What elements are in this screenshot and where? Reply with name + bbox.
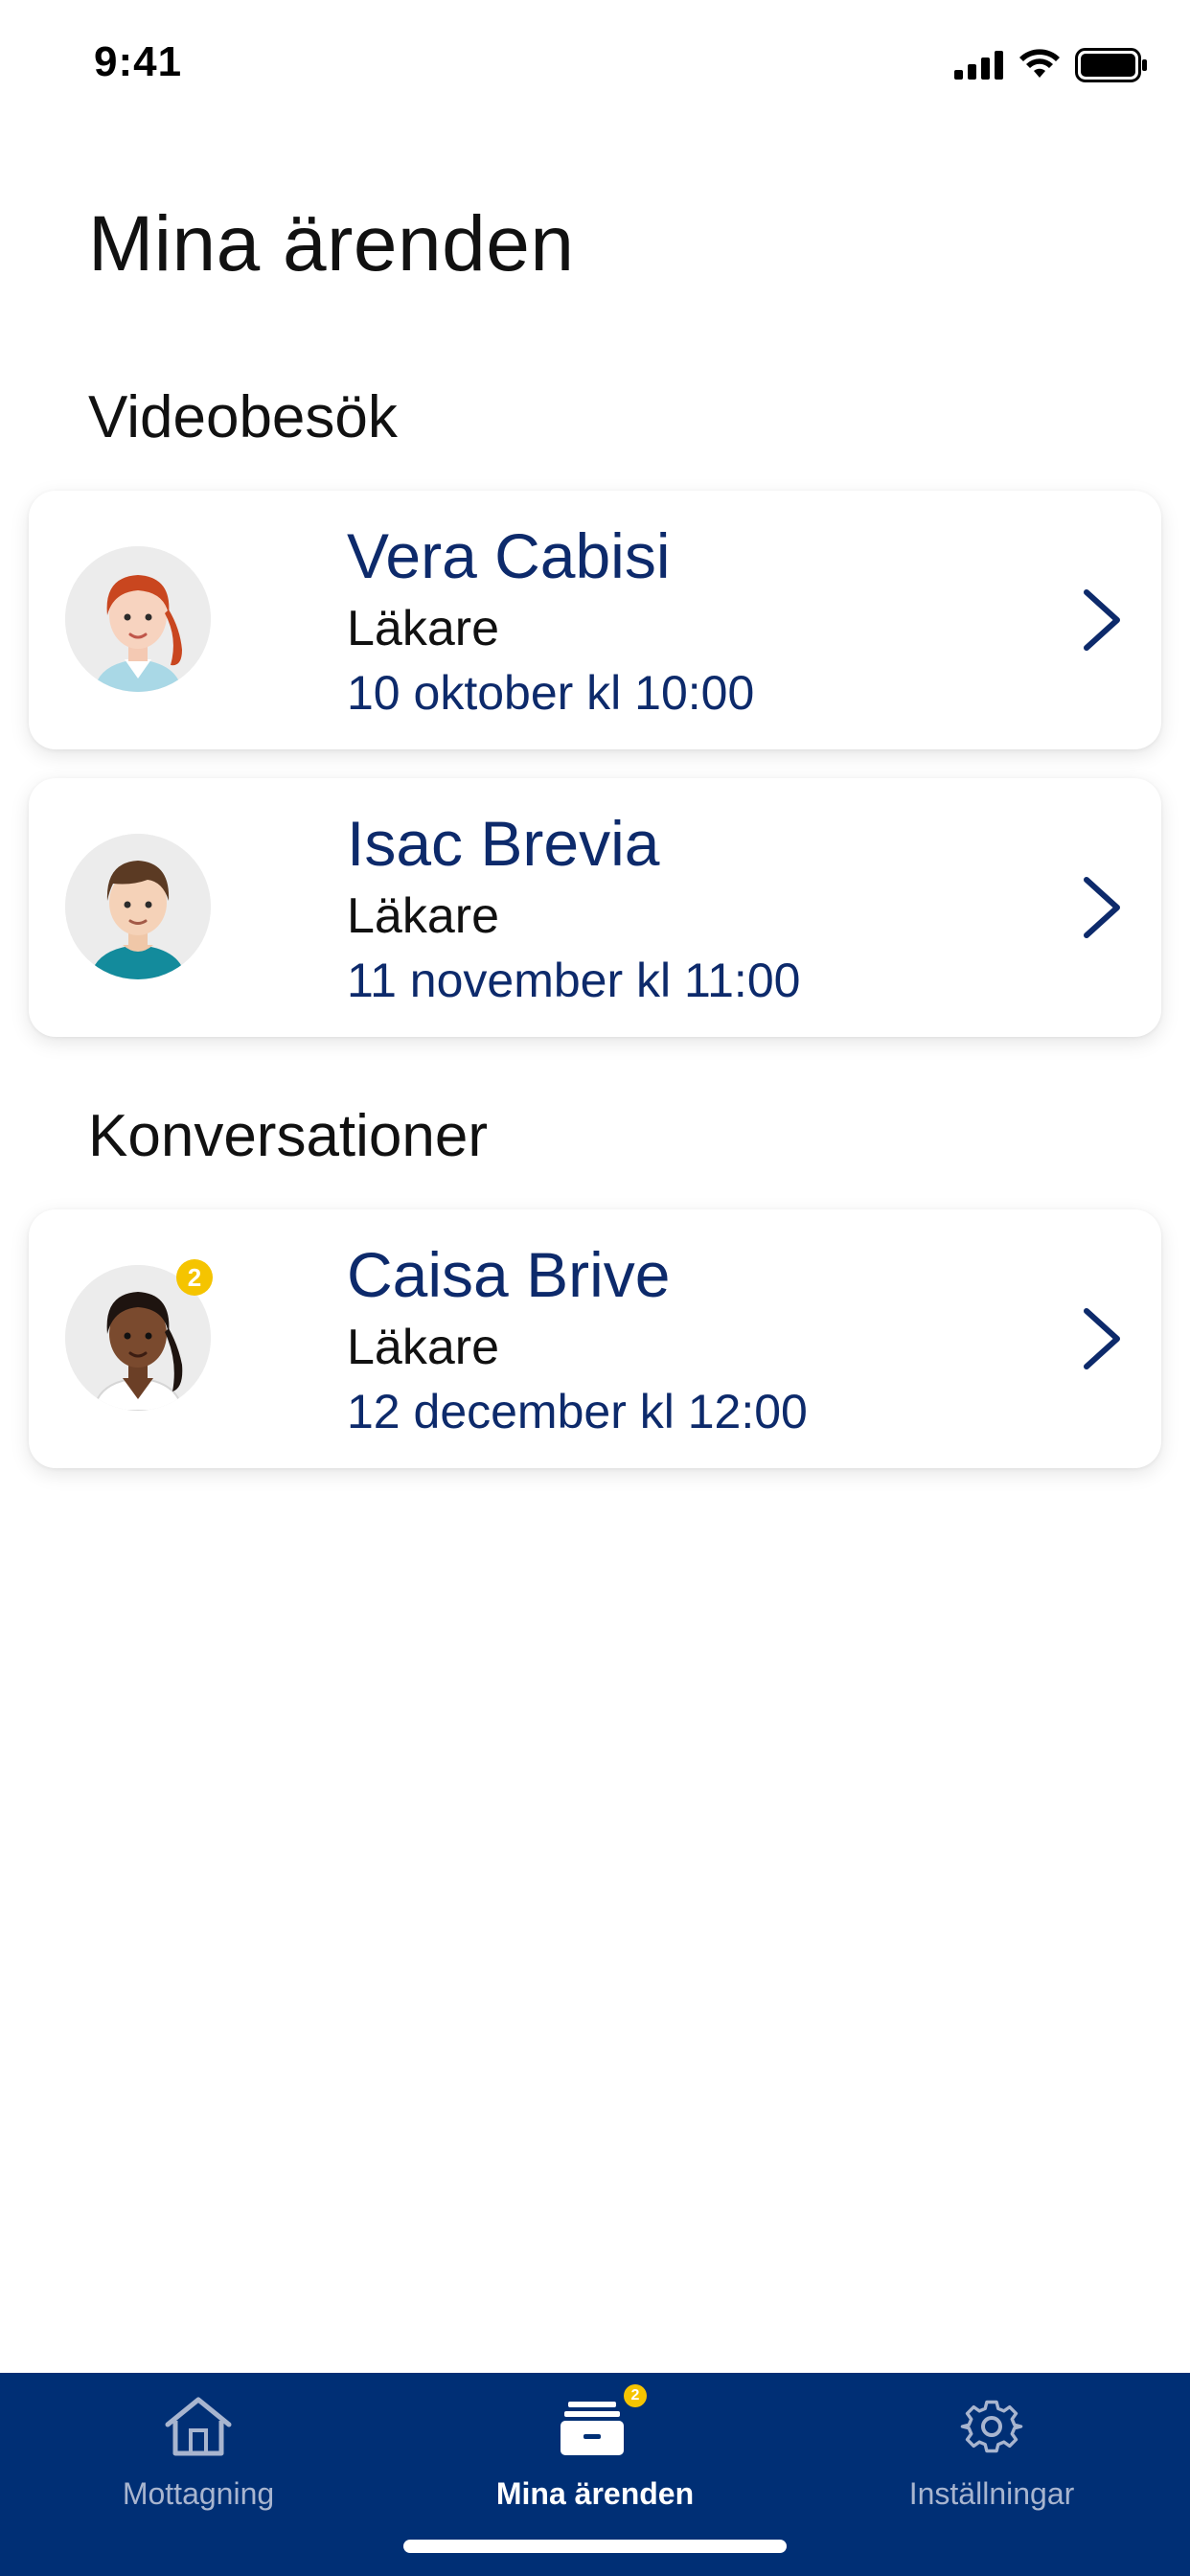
signal-icon: [954, 51, 1003, 80]
tab-badge: 2: [624, 2384, 647, 2407]
tab-installningar[interactable]: Inställningar: [793, 2373, 1190, 2576]
tab-mottagning[interactable]: Mottagning: [0, 2373, 397, 2576]
app-screen: 9:41 Mina ärenden Videobesök Vera Cabisi…: [0, 0, 1190, 2576]
status-bar: 9:41: [0, 0, 1190, 134]
tab-label: Mottagning: [122, 2476, 275, 2511]
doctor-role: Läkare: [347, 601, 499, 656]
tab-label: Mina ärenden: [495, 2476, 695, 2511]
status-time: 9:41: [94, 38, 183, 85]
doctor-name: Vera Cabisi: [347, 520, 671, 591]
battery-icon: [1075, 48, 1147, 82]
chevron-right-icon: [1084, 877, 1120, 938]
conversation-date: 12 december kl 12:00: [347, 1385, 808, 1438]
doctor-role: Läkare: [347, 1320, 499, 1375]
status-icons: [954, 48, 1148, 82]
conversation-card[interactable]: 2 Caisa Brive Läkare 12 december kl 12:0…: [29, 1209, 1161, 1468]
appointment-date: 10 oktober kl 10:00: [347, 666, 755, 720]
doctor-role: Läkare: [347, 888, 499, 944]
chevron-right-icon: [1084, 589, 1120, 651]
appointment-card[interactable]: Isac Brevia Läkare 11 november kl 11:00: [29, 778, 1161, 1037]
appointment-date: 11 november kl 11:00: [347, 954, 801, 1007]
female-doctor-red-hair-avatar: [65, 546, 211, 692]
inbox-tray-icon: [561, 2402, 624, 2455]
unread-badge: 2: [176, 1259, 213, 1296]
page-title: Mina ärenden: [88, 200, 575, 288]
home-indicator[interactable]: [403, 2540, 787, 2553]
doctor-name: Isac Brevia: [347, 808, 660, 879]
doctor-name: Caisa Brive: [347, 1239, 671, 1310]
male-doctor-avatar: [65, 834, 211, 979]
tab-label: Inställningar: [908, 2476, 1075, 2511]
home-icon: [165, 2397, 232, 2456]
section-title-videobesok: Videobesök: [88, 384, 398, 450]
section-title-konversationer: Konversationer: [88, 1103, 489, 1169]
wifi-icon: [1019, 49, 1060, 78]
chevron-right-icon: [1084, 1308, 1120, 1369]
appointment-card[interactable]: Vera Cabisi Läkare 10 oktober kl 10:00: [29, 491, 1161, 749]
gear-icon: [960, 2400, 1023, 2453]
